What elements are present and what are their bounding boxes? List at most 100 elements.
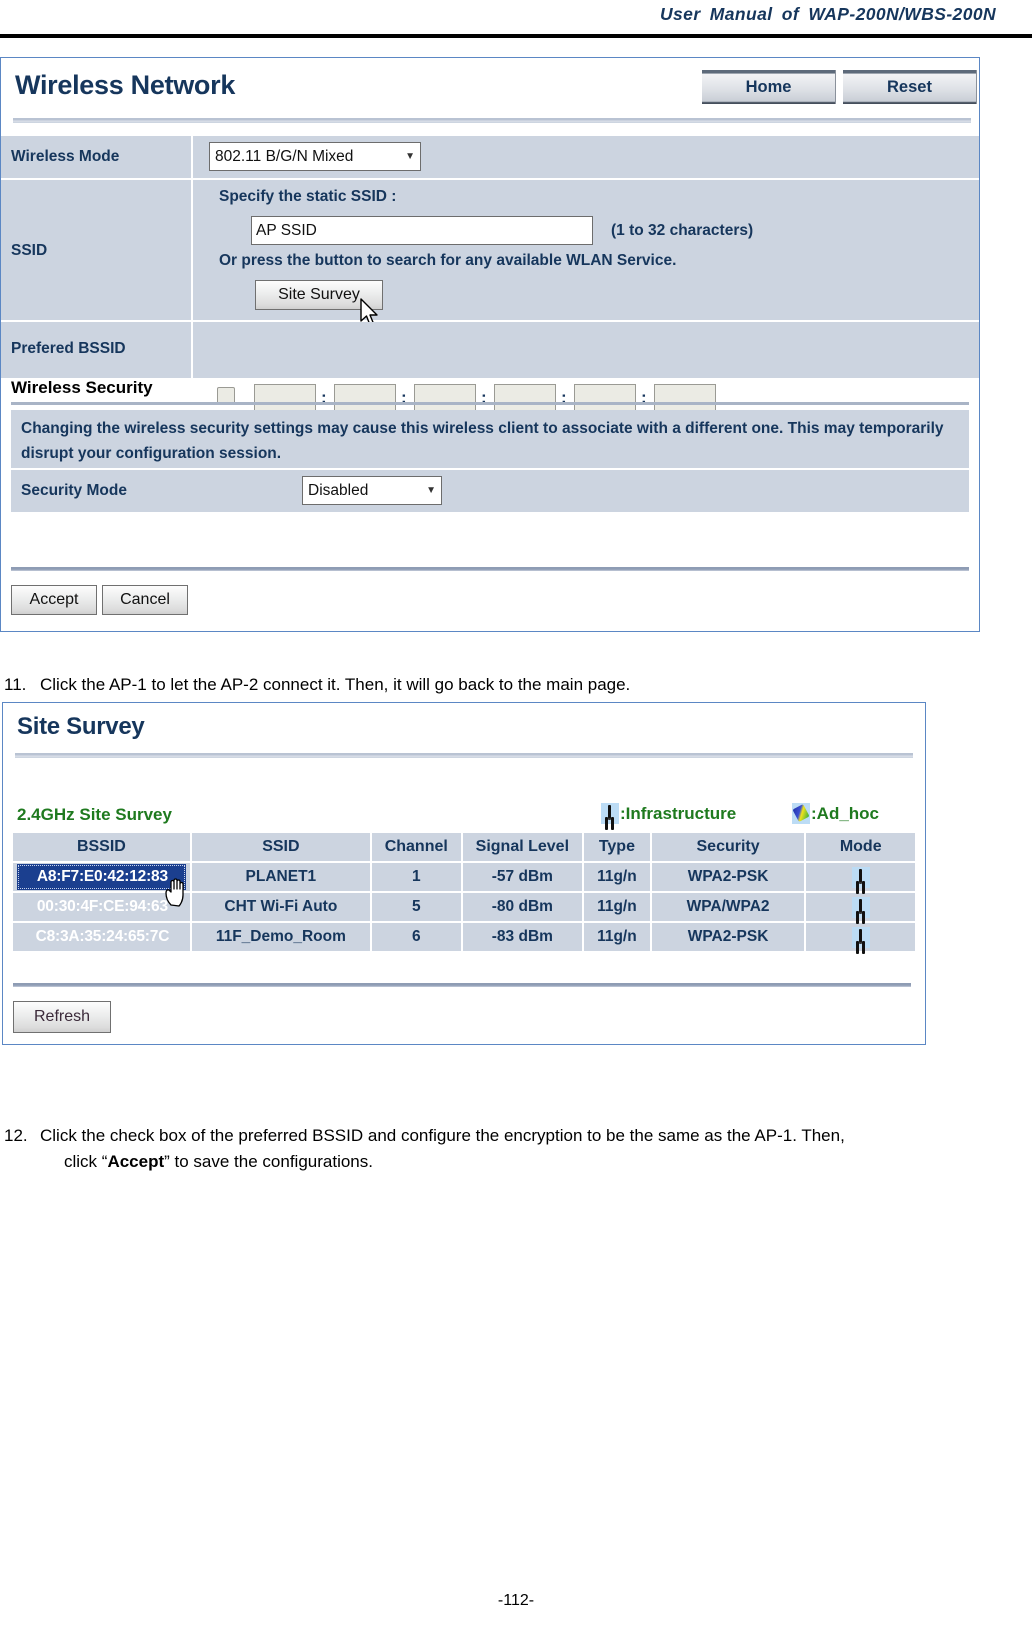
site-survey-title-divider — [15, 753, 913, 758]
refresh-button[interactable]: Refresh — [13, 1001, 111, 1033]
wireless-security-rule — [11, 402, 969, 405]
bssid-link[interactable]: C8:3A:35:24:65:7C — [17, 924, 186, 950]
step-12-line2: click “Accept” to save the configuration… — [64, 1149, 1016, 1175]
ssid-row: SSID Specify the static SSID : AP SSID (… — [1, 180, 979, 326]
chevron-down-icon: ▼ — [405, 150, 415, 162]
bssid-octet-4[interactable] — [494, 384, 556, 412]
cell-bssid: C8:3A:35:24:65:7C — [13, 923, 190, 951]
chevron-down-icon: ▼ — [426, 484, 436, 496]
bssid-separator: : — [561, 388, 567, 407]
step-11-text: Click the AP-1 to let the AP-2 connect i… — [40, 675, 631, 694]
infrastructure-icon — [851, 896, 870, 918]
title-divider — [13, 118, 971, 123]
bssid-octet-5[interactable] — [574, 384, 636, 412]
column-header-ssid: SSID — [191, 833, 370, 861]
security-mode-select[interactable]: Disabled ▼ — [302, 476, 442, 505]
bssid-link[interactable]: 00:30:4F:CE:94:63 — [17, 894, 186, 920]
security-mode-row: Security Mode Disabled ▼ — [11, 470, 969, 512]
cell-bssid: A8:F7:E0:42:12:83 — [13, 863, 190, 891]
cell-bssid: 00:30:4F:CE:94:63 — [13, 893, 190, 921]
ssid-input-value: AP SSID — [256, 221, 317, 239]
step-12-line2-pre: click “ — [64, 1152, 108, 1171]
wireless-mode-value: 802.11 B/G/N Mixed — [215, 147, 354, 165]
bssid-octet-1[interactable] — [254, 384, 316, 412]
column-header-channel: Channel — [371, 833, 461, 861]
instruction-step-12: 12. Click the check box of the preferred… — [4, 1123, 1016, 1175]
ssid-length-hint: (1 to 32 characters) — [611, 222, 754, 239]
step-12-number: 12. — [4, 1126, 28, 1145]
cell-security: WPA2-PSK — [651, 863, 805, 891]
table-row: C8:3A:35:24:65:7C 11F_Demo_Room 6 -83 dB… — [13, 923, 915, 951]
security-mode-label: Security Mode — [21, 482, 127, 499]
cell-security: WPA/WPA2 — [651, 893, 805, 921]
cell-signal-level: -57 dBm — [462, 863, 583, 891]
legend-infrastructure: :Infrastructure — [601, 803, 736, 824]
bssid-octet-6[interactable] — [654, 384, 716, 412]
ssid-input[interactable]: AP SSID — [251, 216, 593, 245]
instruction-step-11: 11. Click the AP-1 to let the AP-2 conne… — [4, 672, 1014, 698]
column-header-security: Security — [651, 833, 805, 861]
bssid-octet-3[interactable] — [414, 384, 476, 412]
ssid-label: SSID — [11, 242, 48, 259]
site-survey-header: Site Survey — [3, 703, 925, 755]
cell-mode — [806, 863, 915, 891]
cell-type: 11g/n — [584, 893, 650, 921]
cell-channel: 1 — [371, 863, 461, 891]
specify-ssid-label: Specify the static SSID : — [219, 188, 397, 205]
step-12-line2-post: ” to save the configurations. — [164, 1152, 373, 1171]
bssid-separator: : — [641, 388, 647, 407]
column-header-signal-level: Signal Level — [462, 833, 583, 861]
reset-button[interactable]: Reset — [842, 70, 977, 104]
cell-type: 11g/n — [584, 923, 650, 951]
page-title: Wireless Network — [15, 70, 236, 100]
security-warning-notice: Changing the wireless security settings … — [11, 410, 969, 468]
row-divider — [191, 136, 193, 178]
step-12-line1: Click the check box of the preferred BSS… — [40, 1126, 845, 1145]
site-survey-title: Site Survey — [17, 713, 145, 740]
prefered-bssid-label: Prefered BSSID — [11, 340, 126, 357]
header-rule — [0, 34, 1032, 38]
adhoc-icon — [792, 803, 810, 824]
bssid-separator: : — [481, 388, 487, 407]
table-row: 00:30:4F:CE:94:63 CHT Wi-Fi Auto 5 -80 d… — [13, 893, 915, 921]
cell-channel: 5 — [371, 893, 461, 921]
bssid-link[interactable]: A8:F7:E0:42:12:83 — [17, 864, 186, 890]
cell-mode — [806, 893, 915, 921]
page-number: -112- — [497, 1592, 535, 1609]
column-header-mode: Mode — [806, 833, 915, 861]
bssid-separator: : — [401, 388, 407, 407]
row-divider — [191, 322, 193, 378]
legend-adhoc: :Ad_hoc — [792, 803, 879, 824]
table-row: A8:F7:E0:42:12:83 PLANET1 1 -57 dBm 11g/… — [13, 863, 915, 891]
wireless-network-panel: Wireless Network Home Reset Wireless Mod… — [0, 57, 980, 632]
site-survey-table: BSSID SSID Channel Signal Level Type Sec… — [11, 831, 917, 953]
manual-title: User Manual of WAP-200N/WBS-200N — [660, 4, 996, 24]
prefered-bssid-row: Prefered BSSID — [1, 322, 979, 378]
ssid-search-hint: Or press the button to search for any av… — [219, 252, 677, 269]
security-mode-value: Disabled — [308, 481, 369, 499]
cell-channel: 6 — [371, 923, 461, 951]
home-button[interactable]: Home — [701, 70, 836, 104]
cell-signal-level: -80 dBm — [462, 893, 583, 921]
column-header-bssid: BSSID — [13, 833, 190, 861]
cell-type: 11g/n — [584, 863, 650, 891]
infrastructure-icon — [851, 866, 870, 888]
wireless-mode-select[interactable]: 802.11 B/G/N Mixed ▼ — [209, 142, 421, 171]
wireless-mode-label: Wireless Mode — [11, 148, 120, 165]
band-title: 2.4GHz Site Survey — [17, 805, 172, 824]
accept-button[interactable]: Accept — [11, 585, 97, 615]
column-header-type: Type — [584, 833, 650, 861]
site-survey-button[interactable]: Site Survey — [255, 280, 383, 310]
cell-signal-level: -83 dBm — [462, 923, 583, 951]
infrastructure-icon — [851, 926, 870, 948]
panel-header: Wireless Network Home Reset — [1, 58, 979, 116]
bssid-octet-2[interactable] — [334, 384, 396, 412]
step-11-number: 11. — [4, 675, 27, 694]
bssid-separator: : — [321, 388, 327, 407]
cell-ssid: PLANET1 — [191, 863, 370, 891]
cell-ssid: CHT Wi-Fi Auto — [191, 893, 370, 921]
site-survey-footer-rule — [13, 983, 911, 987]
table-header-row: BSSID SSID Channel Signal Level Type Sec… — [13, 833, 915, 861]
cancel-button[interactable]: Cancel — [102, 585, 188, 615]
footer-rule — [11, 567, 969, 571]
